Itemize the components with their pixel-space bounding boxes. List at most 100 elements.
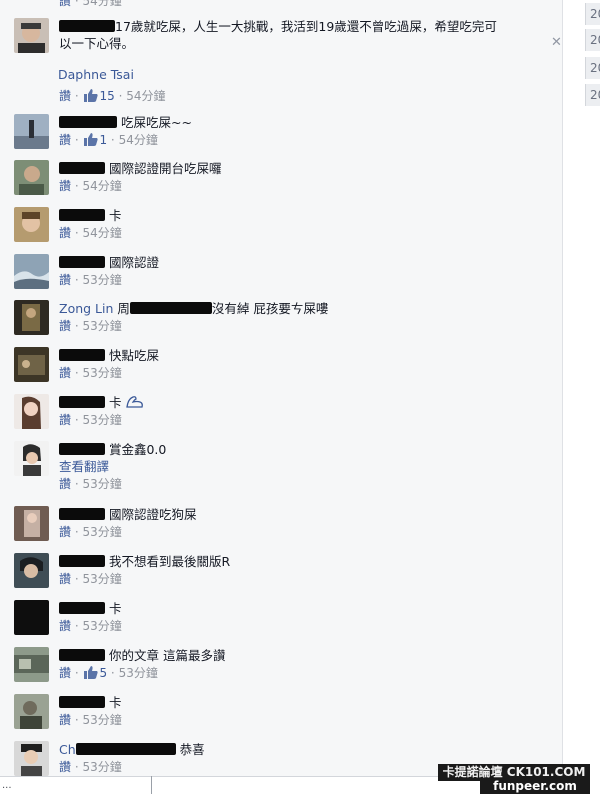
redacted-name[interactable] — [59, 20, 115, 32]
avatar[interactable] — [14, 300, 49, 335]
comment-time[interactable]: 53分鐘 — [82, 477, 121, 491]
top-comment-meta: 讚 · 54分鐘 — [59, 0, 122, 10]
comment-time[interactable]: 53分鐘 — [82, 713, 121, 727]
year-link[interactable]: 20 — [585, 84, 600, 106]
avatar[interactable] — [14, 160, 49, 195]
comment-text: 卡 — [59, 394, 539, 411]
like-link[interactable]: 讚 — [59, 477, 71, 491]
comment-time[interactable]: 54分鐘 — [119, 133, 158, 147]
avatar[interactable] — [14, 441, 49, 476]
avatar[interactable] — [14, 114, 49, 149]
comment-text: 卡 — [59, 694, 539, 711]
comment-time[interactable]: 53分鐘 — [82, 413, 121, 427]
like-link[interactable]: 讚 — [59, 226, 71, 240]
comment-time[interactable]: 53分鐘 — [82, 619, 121, 633]
like-link[interactable]: 讚 — [59, 413, 71, 427]
comment-time[interactable]: 53分鐘 — [82, 366, 121, 380]
comment-time[interactable]: 53分鐘 — [82, 572, 121, 586]
redacted-text — [129, 302, 212, 314]
like-link[interactable]: 讚 — [59, 89, 71, 103]
like-link[interactable]: 讚 — [59, 273, 71, 287]
comment-time[interactable]: 54分鐘 — [82, 179, 121, 193]
comment-time[interactable]: 54分鐘 — [82, 226, 121, 240]
avatar[interactable] — [14, 600, 49, 635]
comment-time[interactable]: 53分鐘 — [82, 319, 121, 333]
like-link[interactable]: 讚 — [59, 760, 71, 774]
avatar[interactable] — [14, 553, 49, 588]
avatar[interactable] — [14, 254, 49, 289]
like-link[interactable]: 讚 — [59, 572, 71, 586]
comment-text: 賞金鑫0.0 — [59, 441, 539, 458]
avatar[interactable] — [14, 506, 49, 541]
avatar[interactable] — [14, 347, 49, 382]
like-link[interactable]: 讚 — [59, 525, 71, 539]
comment-text-line-1: 17歲就吃屎，人生一大挑戰，我活到19歲還不曾吃過屎，希望吃完可 — [59, 18, 539, 35]
comment-text: 快點吃屎 — [59, 347, 539, 364]
see-translation-link[interactable]: 查看翻譯 — [59, 458, 539, 475]
thumbs-up-icon — [84, 89, 99, 102]
comment-meta: 讚 · 53分鐘 — [59, 525, 122, 539]
redacted-name[interactable] — [59, 209, 105, 221]
comment-text-line-2: 以一下心得。 — [59, 36, 135, 51]
comment-author-link[interactable]: Zong Lin — [59, 301, 113, 316]
like-link[interactable]: 讚 — [59, 666, 71, 680]
redacted-name[interactable] — [59, 602, 105, 614]
comment-time[interactable]: 53分鐘 — [82, 273, 121, 287]
comment-time[interactable]: 53分鐘 — [82, 760, 121, 774]
comment-meta: 讚 · 53分鐘 — [59, 713, 122, 727]
like-count[interactable]: 1 — [99, 133, 107, 147]
comment-meta: 讚 · 53分鐘 — [59, 413, 122, 427]
avatar[interactable] — [14, 18, 49, 53]
comment-author-link[interactable]: Ch — [59, 742, 76, 757]
redacted-name[interactable] — [59, 443, 105, 455]
redacted-name[interactable] — [59, 256, 105, 268]
like-count[interactable]: 5 — [99, 666, 107, 680]
like-link[interactable]: 讚 — [59, 133, 71, 147]
main-comment-meta: 讚 · 15 · 54分鐘 — [59, 89, 166, 103]
comment-text: 我不想看到最後關版R — [59, 553, 539, 570]
year-link[interactable]: 20 — [585, 3, 600, 25]
redacted-name[interactable] — [59, 116, 117, 128]
like-link[interactable]: 讚 — [59, 179, 71, 193]
close-icon[interactable]: ✕ — [551, 36, 562, 49]
like-link[interactable]: 讚 — [59, 619, 71, 633]
comment-time[interactable]: 54分鐘 — [126, 89, 165, 103]
comment-meta: 讚 · 53分鐘 — [59, 366, 122, 380]
comment-text: 吃屎吃屎~~ — [59, 114, 539, 131]
avatar[interactable] — [14, 694, 49, 729]
comment-meta: 讚 · 53分鐘 — [59, 273, 122, 287]
like-link[interactable]: 讚 — [59, 0, 71, 8]
like-link[interactable]: 讚 — [59, 319, 71, 333]
year-link[interactable]: 20 — [585, 57, 600, 79]
redacted-name[interactable] — [59, 649, 105, 661]
comment-meta: 讚 · 5 · 53分鐘 — [59, 666, 158, 680]
avatar[interactable] — [14, 207, 49, 242]
comment-text: 國際認證開台吃屎囉 — [59, 160, 539, 177]
comment-time[interactable]: 53分鐘 — [82, 525, 121, 539]
comment-meta: 讚 · 54分鐘 — [59, 226, 122, 240]
avatar[interactable] — [14, 394, 49, 429]
redacted-name[interactable] — [59, 396, 105, 408]
comment-text: Zong Lin 周沒有綽 屁孩要ㄘ屎嘍 — [59, 301, 329, 316]
like-link[interactable]: 讚 — [59, 366, 71, 380]
comment-time[interactable]: 54分鐘 — [82, 0, 121, 8]
redacted-name[interactable] — [59, 162, 105, 174]
redacted-name[interactable] — [75, 743, 176, 755]
comment-text: 你的文章 這篇最多讚 — [59, 647, 539, 664]
avatar[interactable] — [14, 647, 49, 682]
comment-meta: 讚 · 53分鐘 — [59, 619, 122, 633]
comment-text: 國際認證吃狗屎 — [59, 506, 539, 523]
thumbs-up-icon — [84, 133, 99, 146]
redacted-name[interactable] — [59, 555, 105, 567]
watermark-funpeer: funpeer.com — [480, 778, 590, 794]
like-link[interactable]: 讚 — [59, 713, 71, 727]
comment-time[interactable]: 53分鐘 — [119, 666, 158, 680]
redacted-name[interactable] — [59, 349, 105, 361]
redacted-name[interactable] — [59, 696, 105, 708]
comment-text: 國際認證 — [59, 254, 539, 271]
year-link[interactable]: 20 — [585, 29, 600, 51]
reply-author-link[interactable]: Daphne Tsai — [58, 67, 134, 82]
like-count[interactable]: 15 — [99, 89, 114, 103]
redacted-name[interactable] — [59, 508, 105, 520]
avatar[interactable] — [14, 741, 49, 776]
